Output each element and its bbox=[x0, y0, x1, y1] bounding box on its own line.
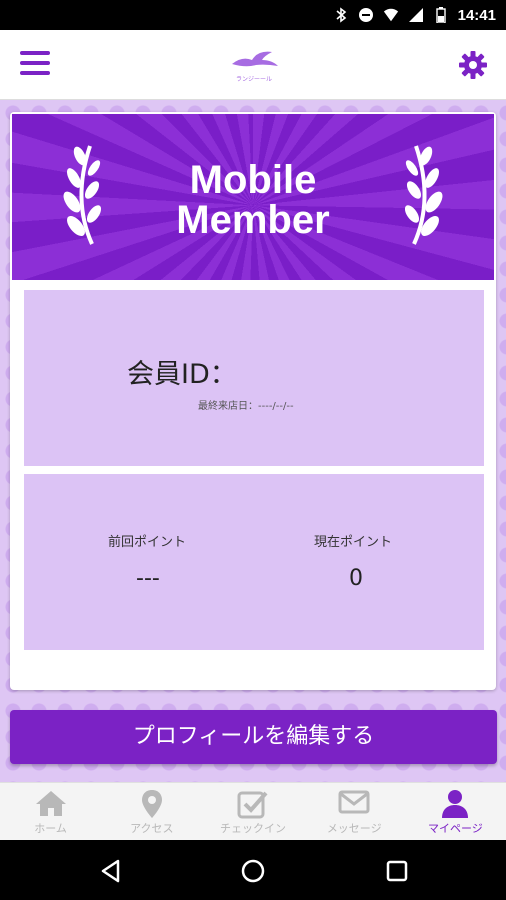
bottom-tab-bar: ホーム アクセス チェックイン メッセージ マイページ bbox=[0, 782, 506, 840]
logo: ランジーール bbox=[228, 48, 280, 84]
wifi-icon bbox=[383, 7, 399, 23]
points-panel: 前回ポイント --- 現在ポイント 0 bbox=[24, 474, 484, 650]
tab-checkin[interactable]: チェックイン bbox=[202, 783, 303, 840]
last-visit-date: 最終来店日：----/--/-- bbox=[198, 401, 294, 412]
tab-access[interactable]: アクセス bbox=[101, 783, 202, 840]
person-icon bbox=[442, 790, 469, 818]
battery-icon bbox=[433, 7, 449, 23]
mobile-member-banner: Mobile Member bbox=[12, 114, 494, 280]
current-points-value: 0 bbox=[349, 566, 363, 591]
member-id-label: 会員ID： bbox=[127, 359, 237, 390]
app-bar: ランジーール bbox=[0, 30, 506, 100]
home-circle-icon[interactable] bbox=[240, 858, 266, 884]
tab-checkin-label: チェックイン bbox=[220, 822, 286, 835]
home-icon bbox=[35, 791, 66, 816]
hamburger-icon[interactable] bbox=[20, 51, 50, 77]
current-points-label: 現在ポイント bbox=[314, 535, 393, 550]
tab-home[interactable]: ホーム bbox=[0, 783, 101, 840]
laurel-right-icon bbox=[404, 145, 443, 245]
status-bar: 14:41 bbox=[0, 0, 506, 30]
clock: 14:41 bbox=[457, 6, 496, 24]
signal-icon bbox=[408, 7, 424, 23]
do-not-disturb-icon bbox=[358, 7, 374, 23]
tab-home-label: ホーム bbox=[34, 822, 67, 835]
recents-icon[interactable] bbox=[384, 858, 410, 884]
edit-profile-button[interactable]: プロフィールを編集する bbox=[10, 710, 497, 764]
previous-points-label: 前回ポイント bbox=[108, 535, 187, 550]
envelope-icon bbox=[338, 790, 370, 814]
tab-mypage-label: マイページ bbox=[428, 822, 483, 835]
checkin-icon bbox=[237, 791, 268, 819]
tab-mypage[interactable]: マイページ bbox=[405, 783, 506, 840]
system-nav-bar bbox=[0, 840, 506, 900]
tab-message-label: メッセージ bbox=[326, 822, 382, 835]
tab-access-label: アクセス bbox=[130, 822, 174, 835]
tab-message[interactable]: メッセージ bbox=[304, 783, 405, 840]
main-content[interactable]: Mobile Member 会員ID： 最終来店日：----/--/-- 前回ポ… bbox=[0, 100, 506, 782]
gear-icon[interactable] bbox=[458, 50, 488, 80]
location-pin-icon bbox=[141, 790, 162, 818]
previous-points-value: --- bbox=[136, 566, 160, 591]
bluetooth-icon bbox=[333, 7, 349, 23]
member-card: Mobile Member 会員ID： 最終来店日：----/--/-- 前回ポ… bbox=[10, 112, 496, 690]
back-icon[interactable] bbox=[98, 858, 124, 884]
member-id-panel: 会員ID： 最終来店日：----/--/-- bbox=[24, 290, 484, 466]
